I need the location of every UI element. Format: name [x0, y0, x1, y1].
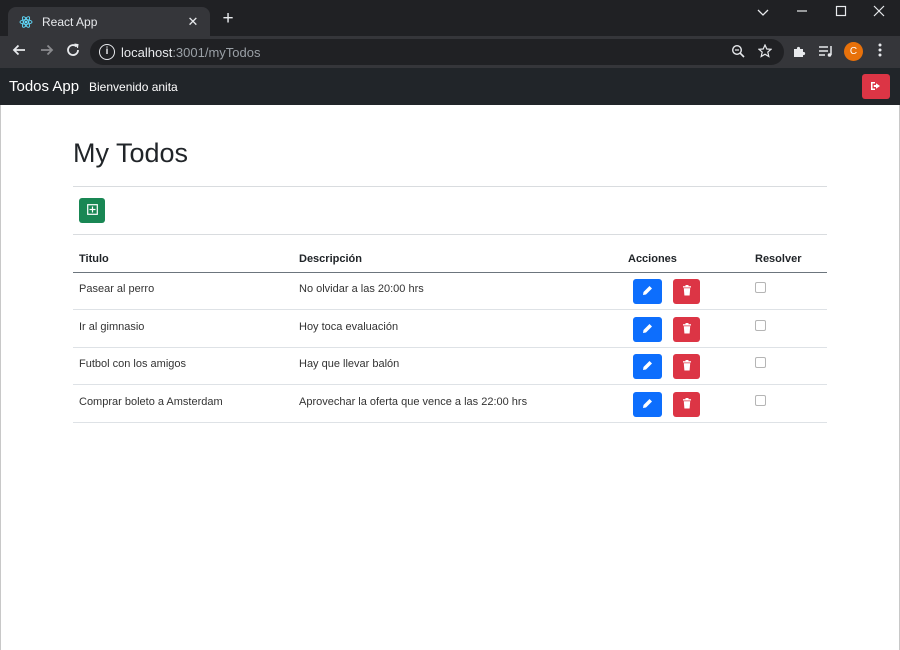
info-icon[interactable]: i: [99, 44, 115, 60]
trash-icon: [682, 358, 692, 376]
pencil-icon: [642, 358, 653, 376]
kebab-menu-icon[interactable]: [872, 43, 888, 61]
edit-button[interactable]: [633, 279, 662, 304]
todo-description: Hoy toca evaluación: [299, 321, 399, 333]
header-title: Titulo: [79, 253, 109, 265]
new-tab-button[interactable]: +: [219, 9, 237, 28]
delete-button[interactable]: [673, 392, 700, 417]
url-host: localhost: [121, 45, 173, 60]
resolve-checkbox[interactable]: [755, 282, 766, 293]
trash-icon: [682, 396, 692, 414]
edit-button[interactable]: [633, 392, 662, 417]
pencil-icon: [642, 321, 653, 339]
reload-icon[interactable]: [63, 42, 83, 62]
todo-title: Pasear al perro: [79, 283, 155, 295]
media-control-icon[interactable]: [817, 44, 835, 60]
maximize-icon[interactable]: [831, 4, 851, 22]
todo-description: No olvidar a las 20:00 hrs: [299, 283, 424, 295]
browser-tab-strip: React App ✕ +: [0, 0, 900, 36]
zoom-out-icon[interactable]: [730, 44, 746, 60]
page-title: My Todos: [73, 138, 189, 168]
welcome-text: Bienvenido anita: [89, 80, 178, 94]
minimize-icon[interactable]: [792, 4, 812, 22]
divider: [73, 186, 827, 187]
browser-toolbar: i localhost:3001/myTodos C: [0, 36, 900, 68]
todo-title: Ir al gimnasio: [79, 321, 145, 333]
header-description: Descripción: [299, 253, 362, 265]
address-bar[interactable]: i localhost:3001/myTodos: [90, 39, 784, 65]
trash-icon: [682, 283, 692, 301]
plus-square-icon: [86, 202, 98, 220]
arrow-left-icon[interactable]: [9, 42, 29, 62]
delete-button[interactable]: [673, 354, 700, 379]
logout-button[interactable]: [862, 74, 890, 99]
edit-button[interactable]: [633, 317, 662, 342]
close-icon[interactable]: [869, 4, 889, 22]
star-icon[interactable]: [757, 43, 773, 60]
resolve-checkbox[interactable]: [755, 357, 766, 368]
pencil-icon: [642, 283, 653, 301]
puzzle-icon[interactable]: [790, 44, 808, 60]
todo-description: Aprovechar la oferta que vence a las 22:…: [299, 396, 528, 408]
navbar-brand[interactable]: Todos App: [9, 78, 79, 95]
table-row: Comprar boleto a Amsterdam Aprovechar la…: [73, 386, 827, 423]
header-actions: Acciones: [628, 253, 677, 265]
header-resolve: Resolver: [755, 253, 802, 265]
tab-title: React App: [42, 14, 98, 29]
app-navbar: Todos App Bienvenido anita: [0, 68, 900, 105]
sign-out-icon: [870, 78, 882, 96]
chevron-down-icon[interactable]: [753, 4, 773, 22]
edit-button[interactable]: [633, 354, 662, 379]
window-border-left: [0, 105, 1, 650]
resolve-checkbox[interactable]: [755, 395, 766, 406]
pencil-icon: [642, 396, 653, 414]
table-row: Pasear al perro No olvidar a las 20:00 h…: [73, 273, 827, 310]
profile-avatar[interactable]: C: [844, 42, 863, 61]
react-icon: [19, 15, 33, 29]
todo-description: Hay que llevar balón: [299, 358, 400, 370]
todo-title: Comprar boleto a Amsterdam: [79, 396, 223, 408]
tab-close-icon[interactable]: ✕: [185, 14, 201, 30]
trash-icon: [682, 321, 692, 339]
arrow-right-icon[interactable]: [37, 42, 57, 62]
browser-tab[interactable]: React App ✕: [8, 7, 210, 36]
table-row: Futbol con los amigos Hay que llevar bal…: [73, 348, 827, 385]
url-text[interactable]: localhost:3001/myTodos: [121, 45, 260, 60]
todo-title: Futbol con los amigos: [79, 358, 186, 370]
resolve-checkbox[interactable]: [755, 320, 766, 331]
table-row: Ir al gimnasio Hoy toca evaluación: [73, 311, 827, 348]
url-path: :3001/myTodos: [172, 45, 261, 60]
delete-button[interactable]: [673, 317, 700, 342]
divider: [73, 234, 827, 235]
delete-button[interactable]: [673, 279, 700, 304]
add-todo-button[interactable]: [79, 198, 105, 223]
